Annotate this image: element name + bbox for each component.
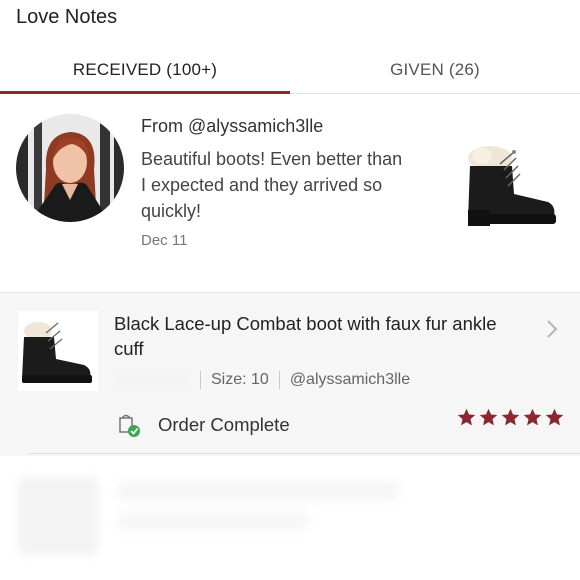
star-icon (501, 408, 520, 426)
meta-separator (200, 371, 201, 389)
order-meta: Size: 10 @alyssamich3lle (114, 369, 410, 391)
blurred-order-card[interactable] (0, 458, 580, 580)
avatar[interactable] (16, 114, 124, 222)
product-image[interactable] (456, 144, 560, 232)
note-date: Dec 11 (141, 232, 188, 249)
note-message: Beautiful boots! Even better than I expe… (141, 149, 403, 221)
love-note[interactable]: From @alyssamich3lle Beautiful boots! Ev… (0, 96, 580, 286)
active-tab-indicator (0, 91, 290, 94)
tab-given[interactable]: GIVEN (26) (290, 46, 580, 94)
blurred-product-image (18, 476, 98, 556)
order-status-text: Order Complete (158, 414, 290, 435)
star-icon (479, 408, 498, 426)
star-icon (523, 408, 542, 426)
order-complete-icon (116, 412, 142, 438)
tab-received[interactable]: RECEIVED (100+) (0, 46, 290, 94)
star-icon (457, 408, 476, 426)
order-card[interactable]: Black Lace-up Combat boot with faux fur … (0, 292, 580, 456)
tab-bar: RECEIVED (100+) GIVEN (26) (0, 46, 580, 94)
note-sender[interactable]: From @alyssamich3lle (141, 116, 323, 137)
page-title: Love Notes (16, 6, 118, 28)
order-product-title[interactable]: Black Lace-up Combat boot with faux fur … (114, 311, 514, 361)
rating-stars (456, 407, 566, 428)
order-status: Order Complete (116, 412, 290, 438)
order-product-image[interactable] (18, 311, 98, 391)
blurred-text (118, 482, 398, 500)
redacted-price (114, 371, 186, 389)
blurred-text (118, 512, 308, 530)
order-size: Size: 10 (211, 371, 269, 388)
star-icon (545, 408, 564, 426)
order-buyer[interactable]: @alyssamich3lle (290, 371, 410, 389)
meta-separator (278, 371, 280, 389)
divider (28, 453, 580, 454)
chevron-right-icon[interactable] (543, 317, 561, 341)
